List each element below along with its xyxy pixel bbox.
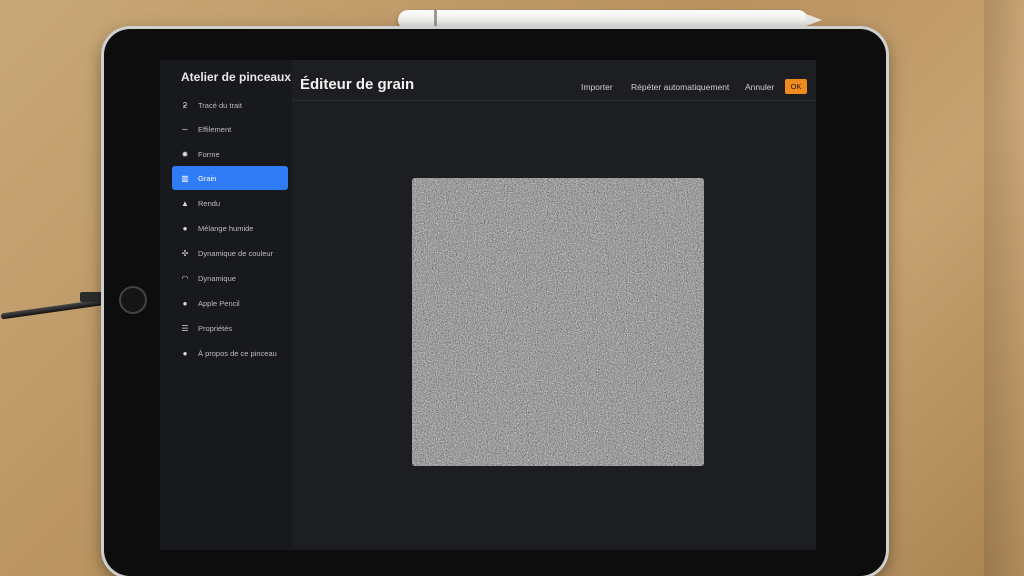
charging-cable	[0, 299, 105, 320]
render-icon: ▲	[181, 198, 189, 208]
grain-icon: ▥	[181, 173, 189, 183]
auto-repeat-button[interactable]: Répéter automatiquement	[631, 82, 729, 92]
grain-editor-panel: Éditeur de grain Importer Répéter automa…	[292, 60, 816, 550]
info-icon: ●	[182, 348, 188, 358]
brush-studio-sidebar: Atelier de pinceaux ƻ Tracé du trait ∼ E…	[160, 60, 292, 550]
sidebar-item-render[interactable]: ▲ Rendu	[172, 191, 288, 215]
sidebar-item-label: À propos de ce pinceau	[198, 348, 277, 358]
sidebar-item-about-brush[interactable]: ● À propos de ce pinceau	[172, 341, 288, 365]
dynamics-icon: ◠	[181, 273, 189, 283]
sidebar-item-label: Mélange humide	[198, 223, 254, 233]
sidebar-item-wet-mix[interactable]: ● Mélange humide	[172, 216, 288, 240]
sidebar-item-apple-pencil[interactable]: ● Apple Pencil	[172, 291, 288, 315]
editor-header: Éditeur de grain Importer Répéter automa…	[292, 60, 816, 101]
sidebar-item-shape[interactable]: ✹ Forme	[172, 142, 288, 166]
sidebar-item-stroke-path[interactable]: ƻ Tracé du trait	[172, 93, 288, 117]
sidebar-item-taper[interactable]: ∼ Effilement	[172, 117, 288, 141]
sidebar-title: Atelier de pinceaux	[181, 70, 292, 84]
taper-icon: ∼	[181, 124, 189, 134]
page-title: Éditeur de grain	[300, 76, 415, 93]
sidebar-item-properties[interactable]: ☰ Propriétés	[172, 316, 288, 340]
cancel-button[interactable]: Annuler	[745, 82, 774, 92]
paper-background	[984, 0, 1024, 576]
color-dynamics-icon: ✣	[181, 248, 189, 258]
apple-pencil-tip	[806, 14, 822, 26]
sidebar-item-label: Propriétés	[198, 323, 233, 333]
sidebar-item-label: Rendu	[198, 198, 221, 208]
sidebar-item-label: Effilement	[198, 124, 232, 134]
sidebar-item-dynamics[interactable]: ◠ Dynamique	[172, 266, 288, 290]
sidebar-item-grain[interactable]: ▥ Grain	[172, 166, 288, 190]
apple-pencil-icon: ●	[182, 298, 188, 308]
grain-texture-image	[412, 178, 704, 466]
ok-button[interactable]: OK	[785, 79, 807, 94]
apple-pencil-band	[434, 10, 437, 30]
wet-mix-icon: ●	[182, 223, 188, 233]
grain-texture-preview[interactable]	[412, 178, 704, 466]
import-button[interactable]: Importer	[581, 82, 613, 92]
apple-pencil-device	[398, 10, 808, 30]
home-button[interactable]	[119, 286, 147, 314]
app-screen: Atelier de pinceaux ƻ Tracé du trait ∼ E…	[160, 60, 816, 550]
properties-icon: ☰	[181, 323, 189, 333]
stroke-path-icon: ƻ	[182, 100, 188, 110]
sidebar-item-label: Dynamique de couleur	[198, 248, 274, 258]
sidebar-item-color-dynamics[interactable]: ✣ Dynamique de couleur	[172, 241, 288, 265]
sidebar-item-label: Forme	[198, 149, 220, 159]
sidebar-item-label: Dynamique	[198, 273, 236, 283]
sidebar-item-label: Apple Pencil	[198, 298, 240, 308]
sidebar-item-label: Grain	[198, 173, 217, 183]
sidebar-item-label: Tracé du trait	[198, 100, 242, 110]
shape-icon: ✹	[181, 149, 189, 159]
